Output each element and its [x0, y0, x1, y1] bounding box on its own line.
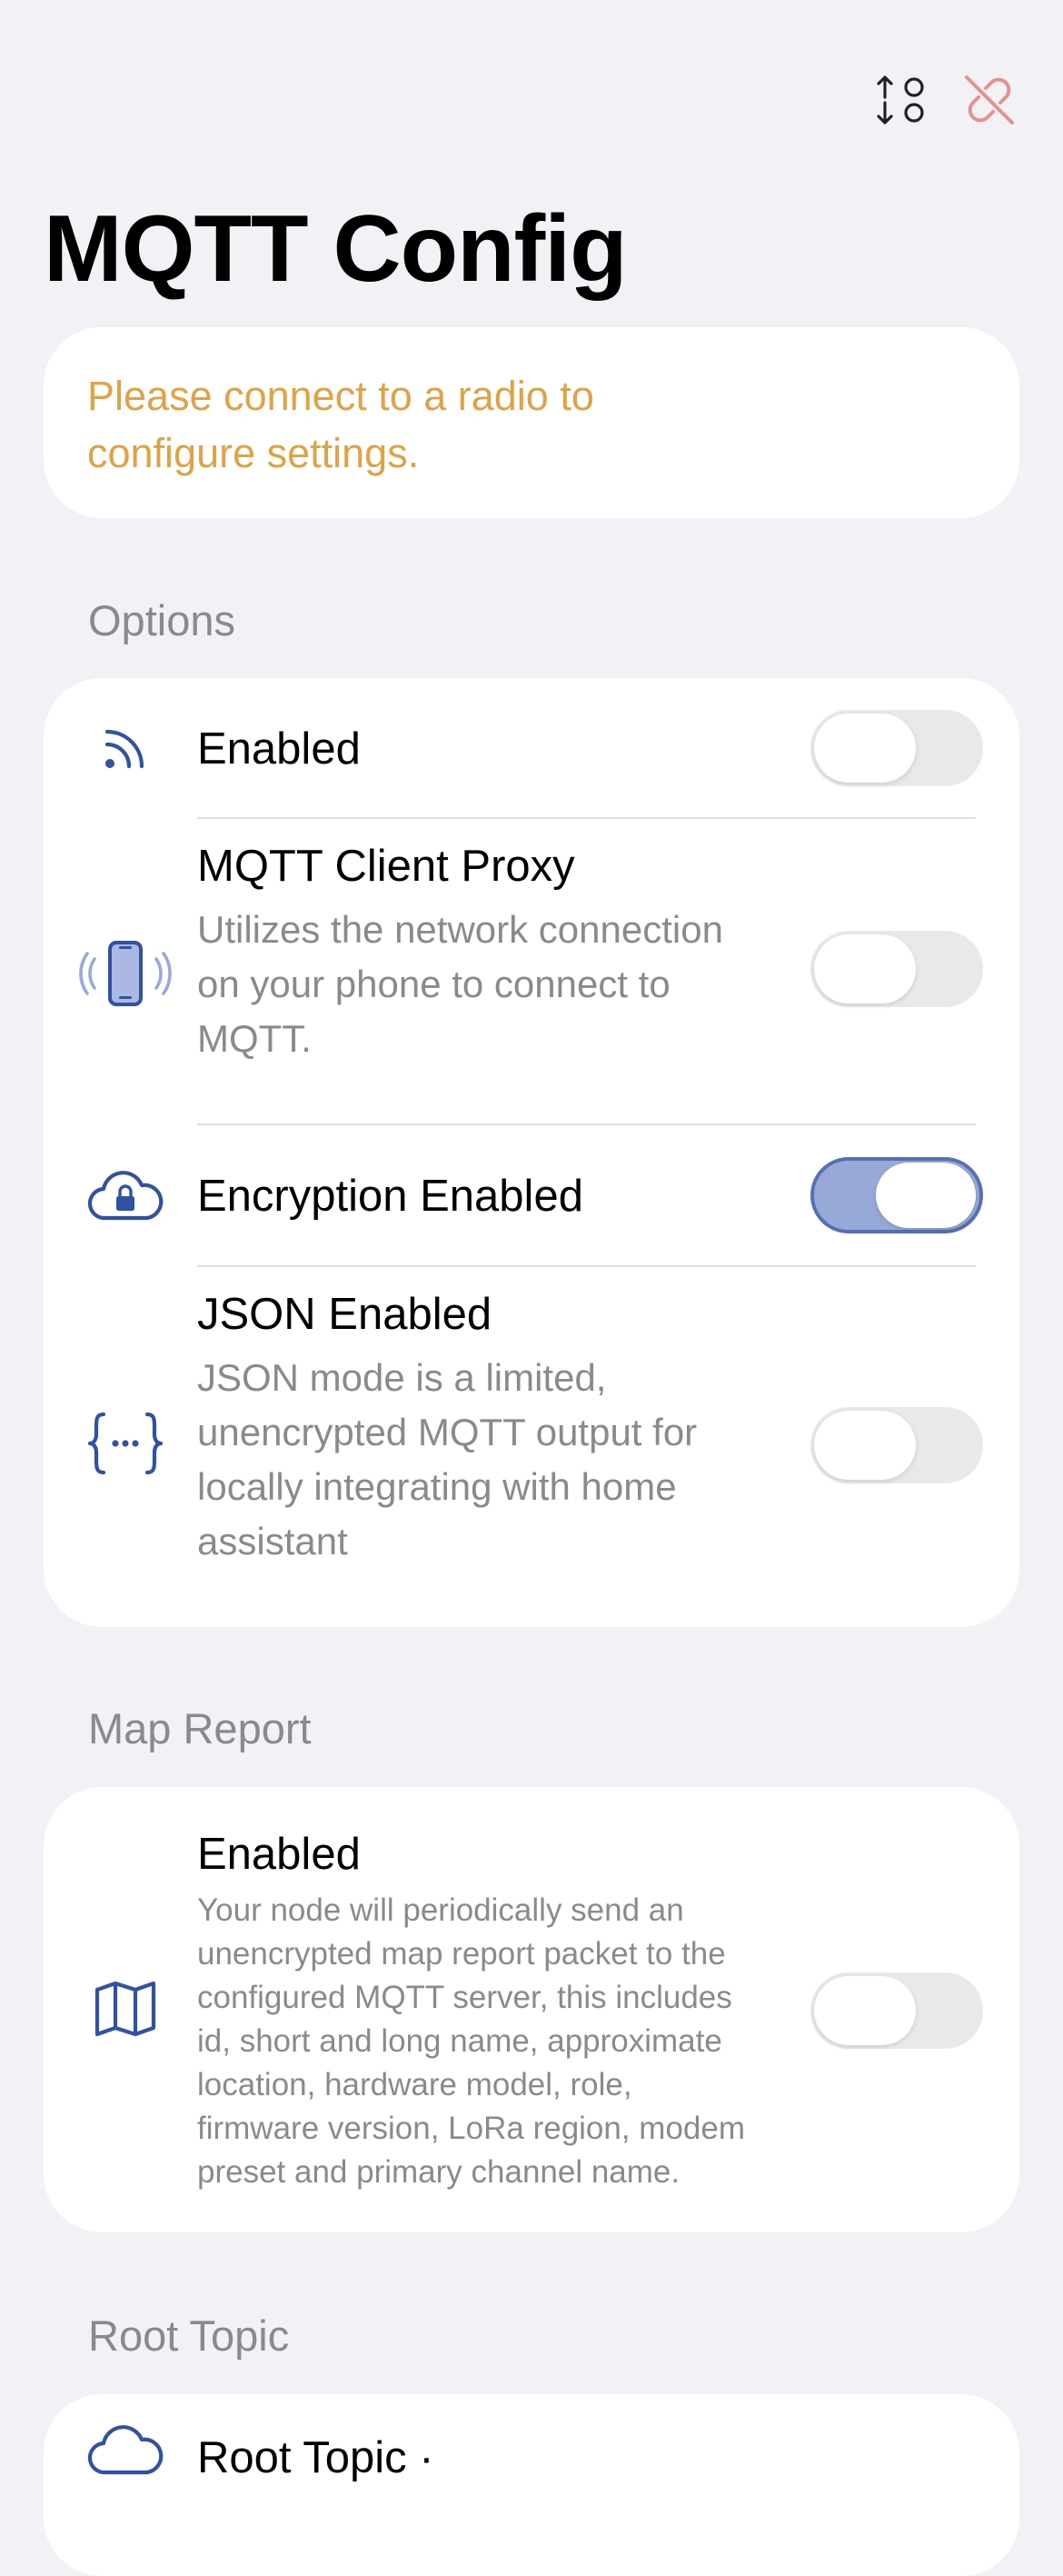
- map-report-row[interactable]: Enabled Your node will periodically send…: [44, 1787, 1019, 2232]
- section-label-map-report: Map Report: [88, 1704, 312, 1752]
- connect-warning-card: Please connect to a radio to configure s…: [44, 327, 1019, 518]
- option-title: Encryption Enabled: [197, 1172, 583, 1221]
- phone-wireless-icon: [71, 928, 180, 1019]
- option-row-enabled[interactable]: Enabled: [44, 678, 1019, 818]
- map-report-card: Enabled Your node will periodically send…: [44, 1787, 1019, 2232]
- option-row-encryption[interactable]: Encryption Enabled: [44, 1125, 1019, 1266]
- cloud-icon: [71, 2414, 180, 2487]
- top-toolbar: [870, 64, 1021, 136]
- option-title: MQTT Client Proxy: [197, 842, 575, 891]
- map-report-description: Your node will periodically send an unen…: [197, 1892, 746, 2190]
- client-proxy-toggle[interactable]: [810, 931, 983, 1007]
- section-label-root-topic: Root Topic: [88, 2311, 290, 2360]
- option-title: JSON Enabled: [197, 1290, 492, 1339]
- option-description: Utilizes the network connection on your …: [197, 908, 723, 1060]
- section-label-options: Options: [88, 596, 235, 644]
- link-slash-icon[interactable]: [958, 68, 1021, 132]
- option-title: Enabled: [197, 724, 361, 774]
- options-card: Enabled MQTT Client Proxy Utilizes the n…: [44, 678, 1019, 1627]
- warning-line-1: Please connect to a radio to: [87, 373, 594, 419]
- map-icon: [71, 1972, 180, 2045]
- curly-braces-icon: [71, 1407, 180, 1480]
- sort-arrows-icon[interactable]: [870, 68, 934, 132]
- option-row-client-proxy[interactable]: MQTT Client Proxy Utilizes the network c…: [44, 819, 1019, 1123]
- enabled-toggle[interactable]: [810, 710, 983, 786]
- map-report-title: Enabled: [197, 1830, 361, 1879]
- option-row-json[interactable]: JSON Enabled JSON mode is a limited, une…: [44, 1267, 1019, 1627]
- json-toggle[interactable]: [810, 1407, 983, 1483]
- root-topic-card: Root Topic ·: [44, 2394, 1019, 2576]
- encryption-toggle[interactable]: [810, 1157, 983, 1233]
- page-title: MQTT Config: [44, 196, 628, 302]
- warning-line-2: configure settings.: [87, 430, 420, 476]
- map-report-toggle[interactable]: [810, 1972, 983, 2049]
- cloud-lock-icon: [71, 1162, 180, 1231]
- root-topic-title: Root Topic ·: [197, 2433, 434, 2482]
- option-description: JSON mode is a limited, unencrypted MQTT…: [197, 1356, 698, 1563]
- wifi-signal-icon: [71, 714, 180, 782]
